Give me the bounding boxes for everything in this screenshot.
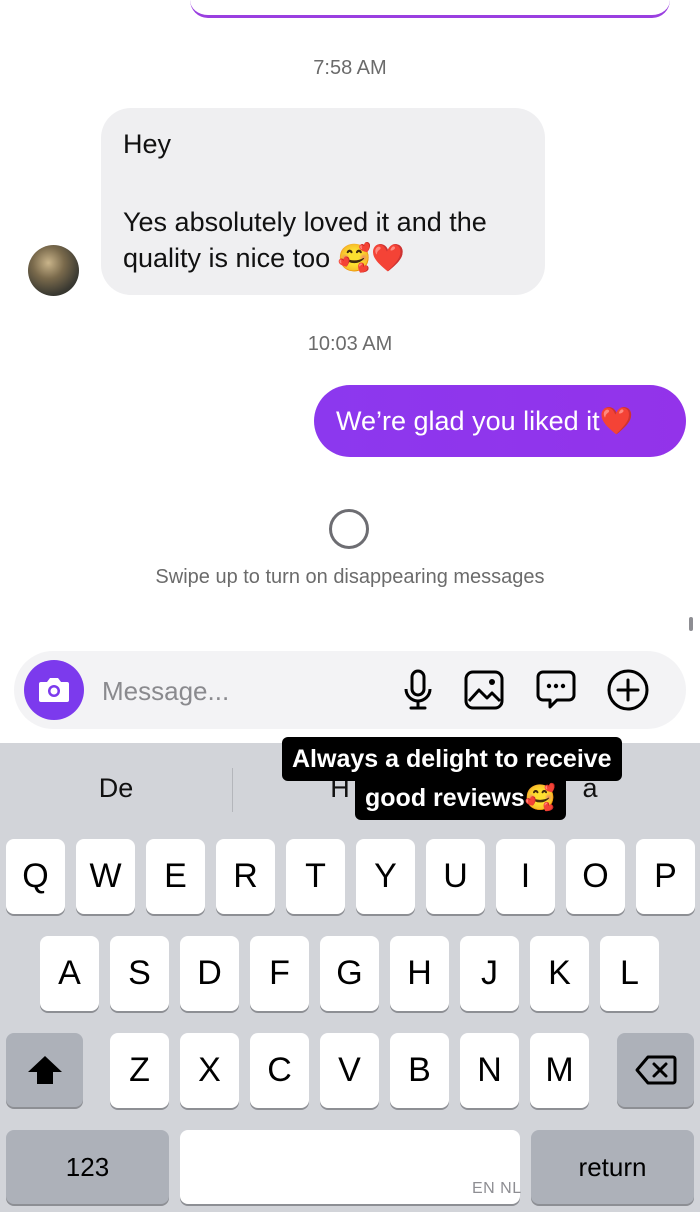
microphone-icon (404, 669, 432, 710)
scrollbar[interactable] (689, 617, 693, 631)
previous-message-edge (190, 0, 670, 18)
key-u[interactable]: U (426, 839, 485, 914)
message-input[interactable] (100, 670, 384, 712)
microphone-button[interactable] (396, 668, 440, 712)
key-p[interactable]: P (636, 839, 695, 914)
loading-spinner-icon (329, 509, 369, 549)
key-y[interactable]: Y (356, 839, 415, 914)
key-o[interactable]: O (566, 839, 625, 914)
gallery-button[interactable] (462, 668, 506, 712)
key-l[interactable]: L (600, 936, 659, 1011)
add-button[interactable] (606, 668, 650, 712)
key-w[interactable]: W (76, 839, 135, 914)
key-e[interactable]: E (146, 839, 205, 914)
message-text: quality is nice too 🥰❤️ (123, 243, 405, 273)
key-f[interactable]: F (250, 936, 309, 1011)
shift-key[interactable] (6, 1033, 83, 1107)
plus-icon (607, 669, 649, 711)
key-d[interactable]: D (180, 936, 239, 1011)
numbers-key[interactable]: 123 (6, 1130, 169, 1204)
camera-button[interactable] (24, 660, 84, 720)
sticker-button[interactable] (534, 668, 578, 712)
message-text: Yes absolutely loved it and the (123, 207, 487, 237)
key-m[interactable]: M (530, 1033, 589, 1108)
return-key[interactable]: return (531, 1130, 694, 1204)
incoming-message-bubble[interactable]: Hey Yes absolutely loved it and the qual… (101, 108, 545, 295)
key-s[interactable]: S (110, 936, 169, 1011)
key-t[interactable]: T (286, 839, 345, 914)
timestamp: 7:58 AM (313, 57, 387, 79)
key-q[interactable]: Q (6, 839, 65, 914)
backspace-key[interactable] (617, 1033, 694, 1107)
key-z[interactable]: Z (110, 1033, 169, 1108)
key-k[interactable]: K (530, 936, 589, 1011)
gallery-icon (464, 670, 504, 710)
suggestion-word[interactable]: De (60, 773, 172, 804)
key-v[interactable]: V (320, 1033, 379, 1108)
backspace-icon (635, 1055, 676, 1085)
key-j[interactable]: J (460, 936, 519, 1011)
story-caption-line: Always a delight to receive (282, 737, 622, 781)
key-a[interactable]: A (40, 936, 99, 1011)
key-x[interactable]: X (180, 1033, 239, 1108)
message-text: Hey (123, 129, 172, 159)
space-key[interactable] (180, 1130, 520, 1204)
key-i[interactable]: I (496, 839, 555, 914)
avatar[interactable] (28, 245, 79, 296)
key-h[interactable]: H (390, 936, 449, 1011)
key-r[interactable]: R (216, 839, 275, 914)
key-g[interactable]: G (320, 936, 379, 1011)
outgoing-message-bubble[interactable]: We’re glad you liked it❤️ (314, 385, 686, 457)
story-caption-line: good reviews🥰 (355, 776, 566, 820)
keyboard-language-label: EN NL (472, 1180, 522, 1197)
key-b[interactable]: B (390, 1033, 449, 1108)
timestamp: 10:03 AM (307, 333, 393, 355)
sticker-icon (536, 670, 576, 709)
disappearing-messages-hint: Swipe up to turn on disappearing message… (155, 566, 545, 588)
camera-icon (39, 678, 69, 702)
divider (232, 768, 233, 812)
shift-icon (27, 1056, 62, 1084)
key-c[interactable]: C (250, 1033, 309, 1108)
key-n[interactable]: N (460, 1033, 519, 1108)
